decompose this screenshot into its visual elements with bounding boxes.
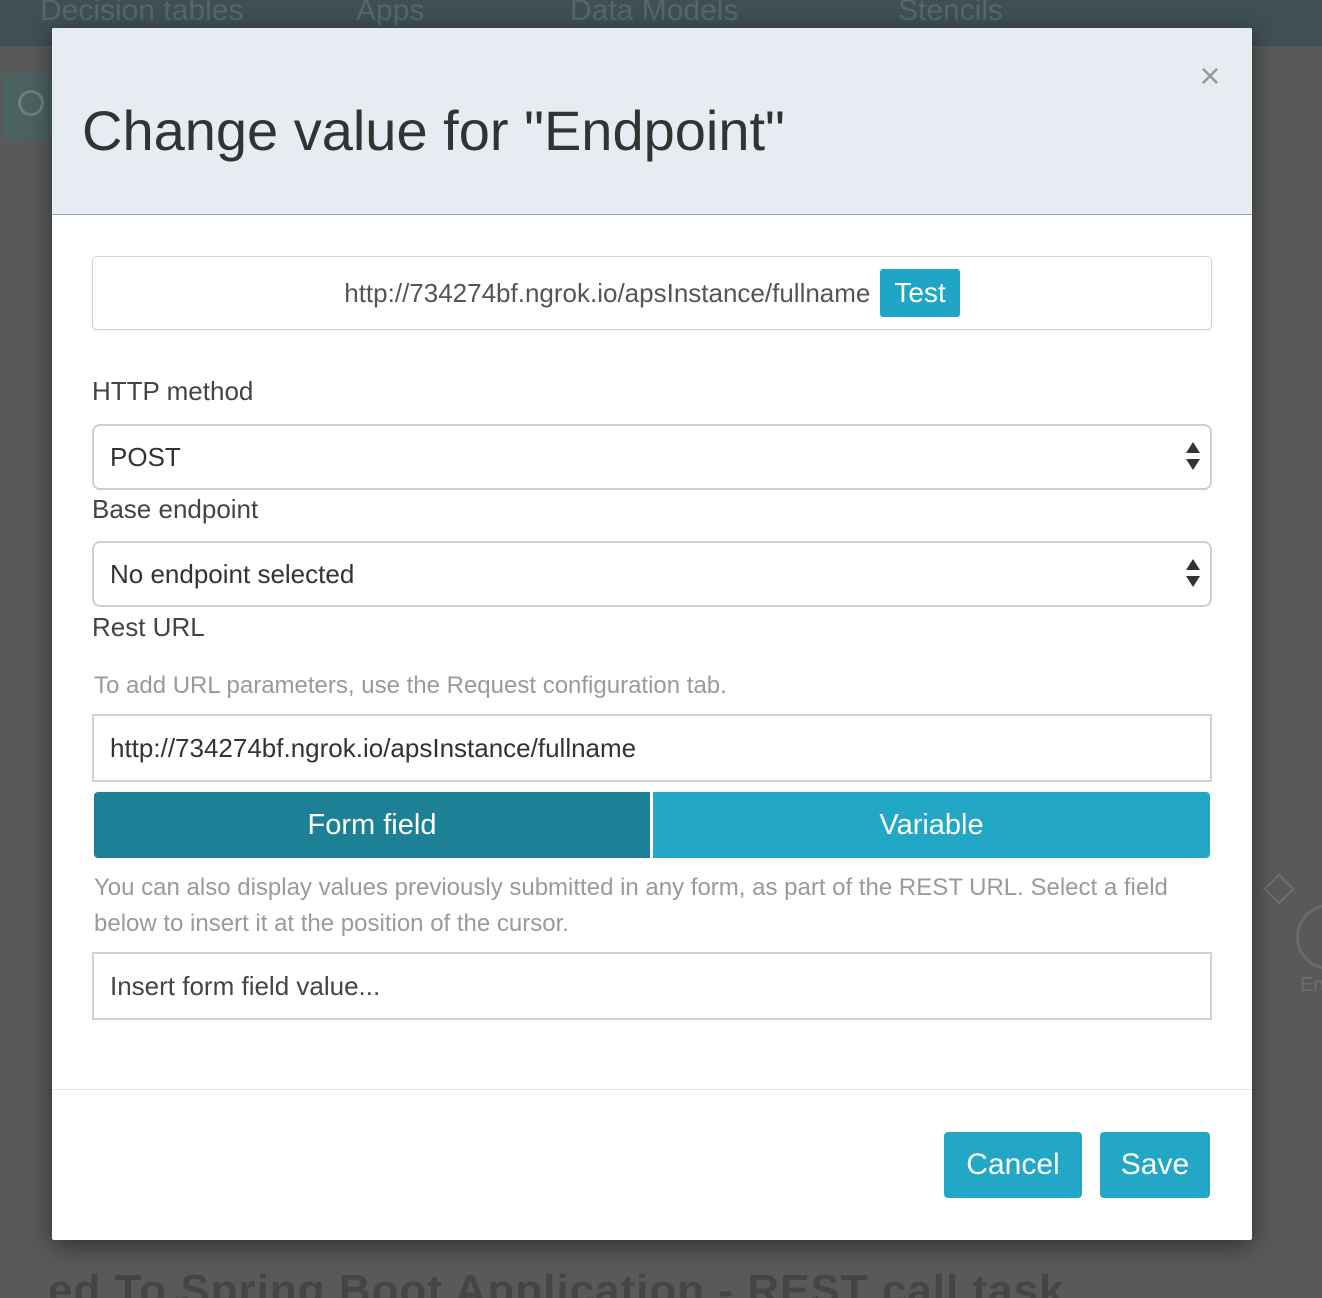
cancel-button[interactable]: Cancel <box>944 1132 1082 1198</box>
tab-form-field[interactable]: Form field <box>94 792 650 858</box>
base-endpoint-label: Base endpoint <box>92 494 259 524</box>
modal-title: Change value for "Endpoint" <box>82 99 785 162</box>
endpoint-modal: Change value for "Endpoint" × http://734… <box>52 28 1252 1240</box>
base-endpoint-select[interactable]: No endpoint selected <box>92 541 1212 607</box>
background-gateway-icon <box>1263 873 1295 905</box>
background-nav-item: Stencils <box>898 0 1004 27</box>
modal-header: Change value for "Endpoint" × <box>52 28 1252 215</box>
rest-url-input[interactable] <box>92 714 1212 782</box>
rest-url-help: To add URL parameters, use the Request c… <box>94 672 727 699</box>
test-button[interactable]: Test <box>880 269 960 317</box>
background-page-title: ed To Spring Boot Application - REST cal… <box>48 1266 1065 1298</box>
select-arrows-icon <box>1186 442 1202 472</box>
background-nav-item: Apps <box>356 0 425 27</box>
footer-divider <box>52 1089 1252 1090</box>
tab-variable[interactable]: Variable <box>653 792 1210 858</box>
background-add-icon <box>18 90 44 116</box>
base-endpoint-value: No endpoint selected <box>110 559 355 589</box>
select-arrows-icon <box>1186 559 1202 589</box>
http-method-select[interactable]: POST <box>92 424 1212 490</box>
endpoint-preview: http://734274bf.ngrok.io/apsInstance/ful… <box>92 256 1212 330</box>
save-button[interactable]: Save <box>1100 1132 1210 1198</box>
close-icon[interactable]: × <box>1194 58 1226 94</box>
background-nav-item: Decision tables <box>40 0 244 27</box>
preview-url: http://734274bf.ngrok.io/apsInstance/ful… <box>344 277 871 308</box>
http-method-label: HTTP method <box>92 376 254 406</box>
form-field-help: You can also display values previously s… <box>94 874 1168 937</box>
background-nav-item: Data Models <box>570 0 739 27</box>
rest-url-label: Rest URL <box>92 612 205 642</box>
background-end-event-icon <box>1296 904 1322 970</box>
background-label: En <box>1300 974 1322 996</box>
insert-form-field-input[interactable] <box>92 952 1212 1020</box>
http-method-value: POST <box>110 442 181 472</box>
